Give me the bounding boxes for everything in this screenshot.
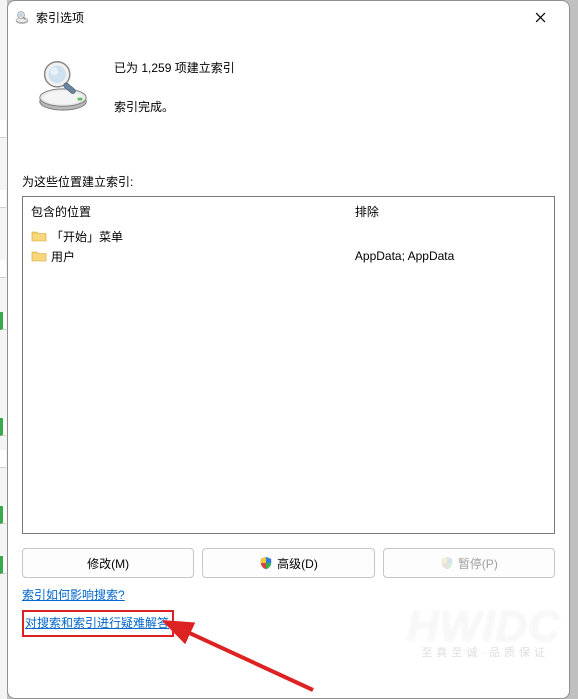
included-column: 包含的位置 「开始」菜单 用户 <box>23 197 347 533</box>
drive-search-icon <box>32 53 94 115</box>
list-item[interactable]: 用户 <box>31 246 339 266</box>
exclude-value <box>355 226 546 246</box>
locations-listbox[interactable]: 包含的位置 「开始」菜单 用户 排除 AppData; AppData <box>22 196 555 534</box>
excluded-header: 排除 <box>355 203 546 220</box>
exclude-value: AppData; AppData <box>355 246 546 266</box>
pause-button-label: 暂停(P) <box>458 555 498 572</box>
links-block: 索引如何影响搜索? 对搜索和索引进行疑难解答 <box>22 586 555 637</box>
modify-button[interactable]: 修改(M) <box>22 548 194 578</box>
indexing-options-window: 索引选项 已为 1,259 项建立索引 索引完成。 <box>7 0 570 699</box>
how-indexing-affects-link[interactable]: 索引如何影响搜索? <box>22 586 125 603</box>
folder-icon <box>31 228 47 244</box>
location-name: 用户 <box>51 248 75 265</box>
indexed-count-text: 已为 1,259 项建立索引 <box>114 59 235 76</box>
background-fragments <box>0 0 7 699</box>
troubleshoot-highlight-box: 对搜索和索引进行疑难解答 <box>22 610 174 637</box>
titlebar: 索引选项 <box>8 1 569 33</box>
advanced-button-label: 高级(D) <box>277 555 318 572</box>
shield-icon <box>440 556 454 570</box>
system-icon <box>14 9 30 25</box>
pause-button: 暂停(P) <box>383 548 555 578</box>
list-item[interactable]: 「开始」菜单 <box>31 226 339 246</box>
included-header: 包含的位置 <box>31 203 339 220</box>
advanced-button[interactable]: 高级(D) <box>202 548 374 578</box>
status-lines: 已为 1,259 项建立索引 索引完成。 <box>114 53 235 115</box>
buttons-row: 修改(M) 高级(D) 暂停(P) <box>22 548 555 578</box>
window-title: 索引选项 <box>36 9 517 26</box>
close-button[interactable] <box>517 2 563 32</box>
folder-icon <box>31 248 47 264</box>
excluded-column: 排除 AppData; AppData <box>347 197 554 533</box>
content-area: 已为 1,259 项建立索引 索引完成。 为这些位置建立索引: 包含的位置 「开… <box>8 33 569 647</box>
status-block: 已为 1,259 项建立索引 索引完成。 <box>22 47 555 133</box>
location-name: 「开始」菜单 <box>51 228 123 245</box>
modify-button-label: 修改(M) <box>87 555 129 572</box>
indexing-complete-text: 索引完成。 <box>114 98 235 115</box>
troubleshoot-link[interactable]: 对搜索和索引进行疑难解答 <box>25 614 169 631</box>
shield-icon <box>259 556 273 570</box>
locations-section-label: 为这些位置建立索引: <box>22 173 555 190</box>
